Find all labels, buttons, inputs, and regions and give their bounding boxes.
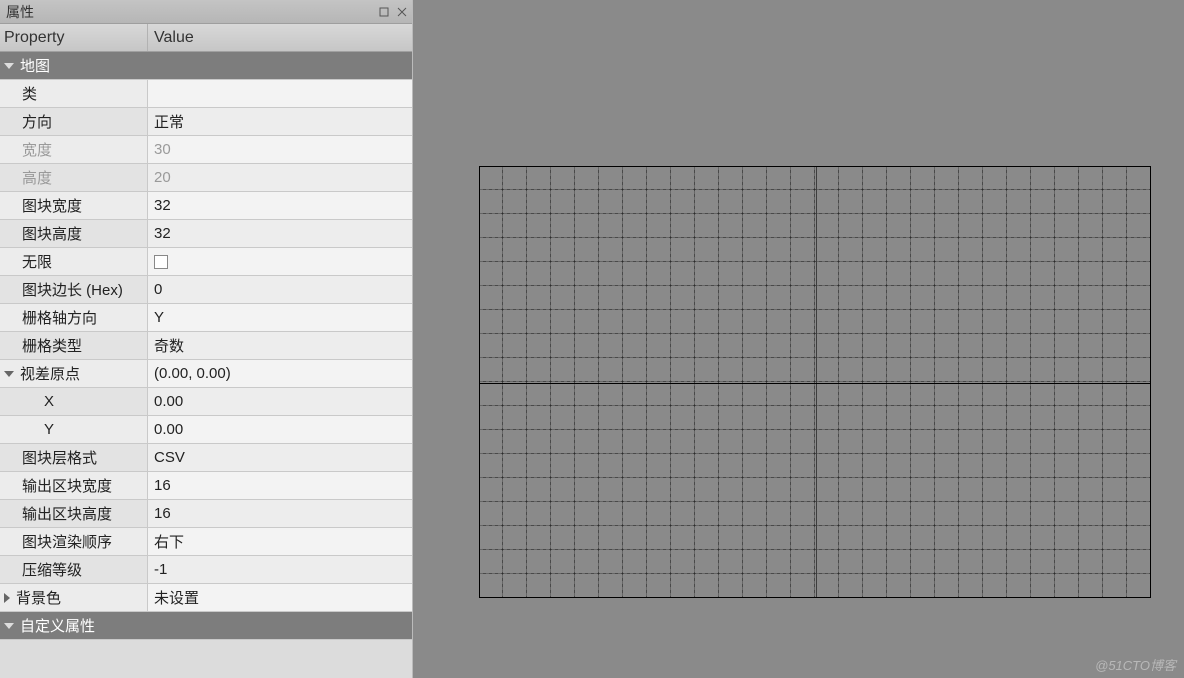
row-tile-width[interactable]: 图块宽度 32 xyxy=(0,192,412,220)
value-stagger-index[interactable]: 奇数 xyxy=(154,335,184,356)
row-compression[interactable]: 压缩等级 -1 xyxy=(0,556,412,584)
checkbox-infinite[interactable] xyxy=(154,255,168,269)
label-chunk-width: 输出区块宽度 xyxy=(22,475,112,496)
row-tile-height[interactable]: 图块高度 32 xyxy=(0,220,412,248)
grid-dash-overlay xyxy=(480,167,1150,597)
value-height: 20 xyxy=(154,169,171,186)
section-custom-label: 自定义属性 xyxy=(20,615,95,636)
row-orientation[interactable]: 方向 正常 xyxy=(0,108,412,136)
label-bgcolor: 背景色 xyxy=(16,587,61,608)
properties-panel: 属性 Property Value 地图 类 方向 xyxy=(0,0,413,678)
chevron-down-icon xyxy=(4,63,14,69)
value-compression[interactable]: -1 xyxy=(154,561,167,578)
column-header-property[interactable]: Property xyxy=(0,24,148,51)
properties-rows: 地图 类 方向 正常 宽度 30 高度 20 图块宽度 32 图块高度 32 xyxy=(0,52,412,678)
label-class: 类 xyxy=(22,83,37,104)
panel-close-icon[interactable] xyxy=(396,6,408,18)
label-orientation: 方向 xyxy=(22,111,52,132)
chevron-down-icon xyxy=(4,371,14,377)
row-render-order[interactable]: 图块渲染顺序 右下 xyxy=(0,528,412,556)
value-chunk-height[interactable]: 16 xyxy=(154,505,171,522)
label-parallax-x: X xyxy=(44,393,54,410)
chevron-right-icon xyxy=(4,593,10,603)
label-chunk-height: 输出区块高度 xyxy=(22,503,112,524)
value-hex-side[interactable]: 0 xyxy=(154,281,162,298)
value-stagger-axis[interactable]: Y xyxy=(154,309,164,326)
label-tile-height: 图块高度 xyxy=(22,223,82,244)
value-layer-format[interactable]: CSV xyxy=(154,449,185,466)
value-bgcolor[interactable]: 未设置 xyxy=(154,587,199,608)
row-layer-format[interactable]: 图块层格式 CSV xyxy=(0,444,412,472)
label-tile-width: 图块宽度 xyxy=(22,195,82,216)
row-chunk-width[interactable]: 输出区块宽度 16 xyxy=(0,472,412,500)
column-header-value[interactable]: Value xyxy=(148,29,412,47)
value-chunk-width[interactable]: 16 xyxy=(154,477,171,494)
value-tile-height[interactable]: 32 xyxy=(154,225,171,242)
row-bgcolor[interactable]: 背景色 未设置 xyxy=(0,584,412,612)
label-width: 宽度 xyxy=(22,139,52,160)
row-chunk-height[interactable]: 输出区块高度 16 xyxy=(0,500,412,528)
label-height: 高度 xyxy=(22,167,52,188)
row-parallax-y[interactable]: Y 0.00 xyxy=(0,416,412,444)
label-compression: 压缩等级 xyxy=(22,559,82,580)
value-width: 30 xyxy=(154,141,171,158)
label-parallax-y: Y xyxy=(44,421,54,438)
row-stagger-axis[interactable]: 栅格轴方向 Y xyxy=(0,304,412,332)
map-canvas[interactable]: @51CTO博客 xyxy=(413,0,1184,678)
section-map[interactable]: 地图 xyxy=(0,52,412,80)
panel-pop-out-icon[interactable] xyxy=(378,6,390,18)
row-stagger-index[interactable]: 栅格类型 奇数 xyxy=(0,332,412,360)
tile-grid[interactable] xyxy=(479,166,1151,598)
label-stagger-axis: 栅格轴方向 xyxy=(22,307,97,328)
label-infinite: 无限 xyxy=(22,251,52,272)
properties-column-headers: Property Value xyxy=(0,24,412,52)
row-width: 宽度 30 xyxy=(0,136,412,164)
panel-titlebar[interactable]: 属性 xyxy=(0,0,412,24)
value-parallax-origin[interactable]: (0.00, 0.00) xyxy=(154,365,231,382)
label-hex-side: 图块边长 (Hex) xyxy=(22,279,123,300)
section-custom[interactable]: 自定义属性 xyxy=(0,612,412,640)
value-tile-width[interactable]: 32 xyxy=(154,197,171,214)
row-parallax-origin[interactable]: 视差原点 (0.00, 0.00) xyxy=(0,360,412,388)
section-map-label: 地图 xyxy=(20,55,50,76)
label-stagger-index: 栅格类型 xyxy=(22,335,82,356)
label-layer-format: 图块层格式 xyxy=(22,447,97,468)
row-infinite[interactable]: 无限 xyxy=(0,248,412,276)
panel-title: 属性 xyxy=(6,2,34,22)
row-parallax-x[interactable]: X 0.00 xyxy=(0,388,412,416)
watermark: @51CTO博客 xyxy=(1095,655,1176,674)
row-hex-side[interactable]: 图块边长 (Hex) 0 xyxy=(0,276,412,304)
value-parallax-x[interactable]: 0.00 xyxy=(154,393,183,410)
row-height: 高度 20 xyxy=(0,164,412,192)
row-class[interactable]: 类 xyxy=(0,80,412,108)
value-render-order[interactable]: 右下 xyxy=(154,531,184,552)
value-parallax-y[interactable]: 0.00 xyxy=(154,421,183,438)
chevron-down-icon xyxy=(4,623,14,629)
label-render-order: 图块渲染顺序 xyxy=(22,531,112,552)
label-parallax-origin: 视差原点 xyxy=(20,363,80,384)
value-orientation[interactable]: 正常 xyxy=(154,111,184,132)
